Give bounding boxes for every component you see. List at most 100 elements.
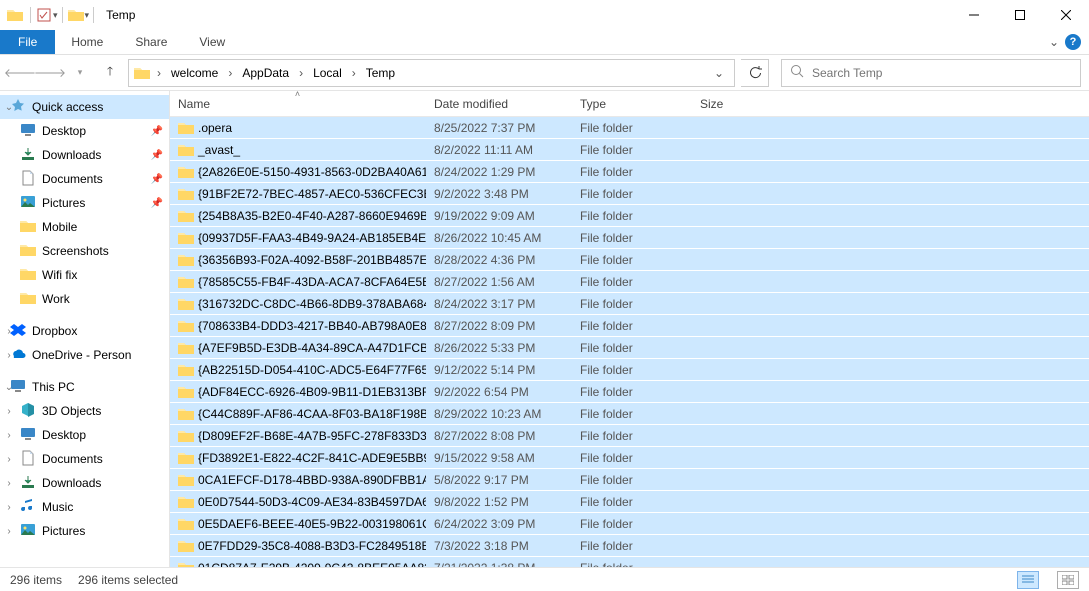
pictures-icon — [20, 194, 36, 213]
table-row[interactable]: {91BF2E72-7BEC-4857-AEC0-536CFEC3EB...9/… — [170, 183, 1089, 205]
table-row[interactable]: {09937D5F-FAA3-4B49-9A24-AB185EB4E0...8/… — [170, 227, 1089, 249]
table-row[interactable]: 0E7FDD29-35C8-4088-B3D3-FC2849518B047/3/… — [170, 535, 1089, 557]
table-row[interactable]: {78585C55-FB4F-43DA-ACA7-8CFA64E5B...8/2… — [170, 271, 1089, 293]
chevron-right-icon[interactable]: › — [350, 66, 358, 80]
refresh-button[interactable] — [741, 59, 769, 87]
qat-chevron-icon[interactable]: ▾ — [85, 10, 90, 21]
table-row[interactable]: {254B8A35-B2E0-4F40-A287-8660E9469B0...9… — [170, 205, 1089, 227]
sidebar-item[interactable]: ›Downloads — [0, 471, 169, 495]
expand-icon[interactable]: › — [4, 430, 14, 441]
expand-icon[interactable]: › — [4, 406, 14, 417]
table-row[interactable]: {C44C889F-AF86-4CAA-8F03-BA18F198B...8/2… — [170, 403, 1089, 425]
sidebar-item-label: Documents — [42, 172, 103, 186]
address-bar[interactable]: › welcome › AppData › Local › Temp ⌄ — [128, 59, 735, 87]
maximize-button[interactable] — [997, 0, 1043, 30]
column-size[interactable]: Size — [692, 91, 762, 116]
breadcrumb[interactable]: AppData — [238, 64, 293, 82]
breadcrumb[interactable]: Local — [309, 64, 346, 82]
sidebar-item[interactable]: ›Music — [0, 495, 169, 519]
table-row[interactable]: {ADF84ECC-6926-4B09-9B11-D1EB313BF...9/2… — [170, 381, 1089, 403]
sidebar-item[interactable]: Work — [0, 287, 169, 311]
qat-chevron-icon[interactable]: ▾ — [53, 10, 58, 21]
address-dropdown-icon[interactable]: ⌄ — [708, 66, 730, 80]
expand-icon[interactable]: › — [4, 478, 14, 489]
sidebar-item-label: Downloads — [42, 148, 101, 162]
tab-share[interactable]: Share — [119, 30, 183, 54]
table-row[interactable]: _avast_8/2/2022 11:11 AMFile folder — [170, 139, 1089, 161]
minimize-button[interactable] — [951, 0, 997, 30]
nav-up-button[interactable]: 🡑 — [98, 61, 122, 85]
ribbon-expand-icon[interactable]: ⌄ — [1049, 35, 1059, 49]
table-row[interactable]: {36356B93-F02A-4092-B58F-201BB4857E6...8… — [170, 249, 1089, 271]
sidebar-item[interactable]: Wifi fix — [0, 263, 169, 287]
expand-icon[interactable]: › — [4, 326, 14, 337]
view-details-button[interactable] — [1017, 571, 1039, 589]
sidebar[interactable]: ⌄ Quick access Desktop📌Downloads📌Documen… — [0, 91, 170, 567]
table-row[interactable]: 0E5DAEF6-BEEE-40E5-9B22-003198061C036/24… — [170, 513, 1089, 535]
table-row[interactable]: 0CA1EFCF-D178-4BBD-938A-890DFBB1A...5/8/… — [170, 469, 1089, 491]
sidebar-item[interactable]: Downloads📌 — [0, 143, 169, 167]
table-row[interactable]: {D809EF2F-B68E-4A7B-95FC-278F833D34...8/… — [170, 425, 1089, 447]
table-row[interactable]: {A7EF9B5D-E3DB-4A34-89CA-A47D1FCB...8/26… — [170, 337, 1089, 359]
column-date[interactable]: Date modified — [426, 91, 572, 116]
file-name: {78585C55-FB4F-43DA-ACA7-8CFA64E5B... — [198, 275, 426, 289]
documents-icon — [20, 450, 36, 469]
expand-icon[interactable]: › — [4, 454, 14, 465]
sidebar-item-label: Work — [42, 292, 70, 306]
sidebar-item[interactable]: ›3D Objects — [0, 399, 169, 423]
search-input[interactable] — [812, 66, 1072, 80]
collapse-icon[interactable]: ⌄ — [4, 102, 14, 113]
search-box[interactable] — [781, 59, 1081, 87]
sidebar-item[interactable]: ›Desktop — [0, 423, 169, 447]
sidebar-item[interactable]: Documents📌 — [0, 167, 169, 191]
column-name[interactable]: Name ˄ — [170, 91, 426, 116]
table-row[interactable]: {708633B4-DDD3-4217-BB40-AB798A0E8...8/2… — [170, 315, 1089, 337]
chevron-right-icon[interactable]: › — [226, 66, 234, 80]
table-row[interactable]: {316732DC-C8DC-4B66-8DB9-378ABA684...8/2… — [170, 293, 1089, 315]
tab-home[interactable]: Home — [55, 30, 119, 54]
sidebar-item[interactable]: ›Documents — [0, 447, 169, 471]
pin-icon: 📌 — [151, 126, 163, 137]
tab-file[interactable]: File — [0, 30, 55, 54]
folder-icon — [178, 209, 194, 223]
expand-icon[interactable]: › — [4, 350, 14, 361]
sort-asc-icon: ˄ — [295, 89, 300, 99]
breadcrumb[interactable]: welcome — [167, 64, 222, 82]
expand-icon[interactable]: › — [4, 526, 14, 537]
sidebar-item[interactable]: ›Dropbox — [0, 319, 169, 343]
view-thumbnails-button[interactable] — [1057, 571, 1079, 589]
nav-back-button[interactable]: 🡐 — [8, 61, 32, 85]
close-button[interactable] — [1043, 0, 1089, 30]
tab-view[interactable]: View — [183, 30, 241, 54]
pictures-icon — [20, 522, 36, 541]
sidebar-this-pc[interactable]: ⌄ This PC — [0, 375, 169, 399]
table-row[interactable]: 01CD87A7-E29B-4209-9C42-8BEE05AA82547/21… — [170, 557, 1089, 567]
nav-forward-button[interactable]: 🡒 — [38, 61, 62, 85]
file-name: 0E5DAEF6-BEEE-40E5-9B22-003198061C03 — [198, 517, 426, 531]
file-type: File folder — [572, 297, 692, 311]
table-row[interactable]: 0E0D7544-50D3-4C09-AE34-83B4597DA6E59/8/… — [170, 491, 1089, 513]
sidebar-item[interactable]: Desktop📌 — [0, 119, 169, 143]
sidebar-item[interactable]: Mobile — [0, 215, 169, 239]
table-row[interactable]: {2A826E0E-5150-4931-8563-0D2BA40A61...8/… — [170, 161, 1089, 183]
sidebar-item[interactable]: Screenshots — [0, 239, 169, 263]
help-icon[interactable]: ? — [1065, 34, 1081, 50]
sidebar-quick-access[interactable]: ⌄ Quick access — [0, 95, 169, 119]
qat-properties-icon[interactable] — [35, 6, 53, 24]
nav-recent-chevron-icon[interactable]: ▾ — [68, 61, 92, 85]
collapse-icon[interactable]: ⌄ — [4, 382, 14, 393]
table-row[interactable]: {AB22515D-D054-410C-ADC5-E64F77F65...9/1… — [170, 359, 1089, 381]
chevron-right-icon[interactable]: › — [297, 66, 305, 80]
sidebar-item[interactable]: ›OneDrive - Person — [0, 343, 169, 367]
breadcrumb[interactable]: Temp — [362, 64, 399, 82]
chevron-right-icon[interactable]: › — [155, 66, 163, 80]
titlebar: ▾ ▾ Temp — [0, 0, 1089, 30]
sidebar-item[interactable]: Pictures📌 — [0, 191, 169, 215]
table-row[interactable]: .opera8/25/2022 7:37 PMFile folder — [170, 117, 1089, 139]
sidebar-item[interactable]: ›Pictures — [0, 519, 169, 543]
file-date: 8/27/2022 8:08 PM — [426, 429, 572, 443]
table-row[interactable]: {FD3892E1-E822-4C2F-841C-ADE9E5BB9...9/1… — [170, 447, 1089, 469]
folder-icon — [178, 121, 194, 135]
column-type[interactable]: Type — [572, 91, 692, 116]
expand-icon[interactable]: › — [4, 502, 14, 513]
